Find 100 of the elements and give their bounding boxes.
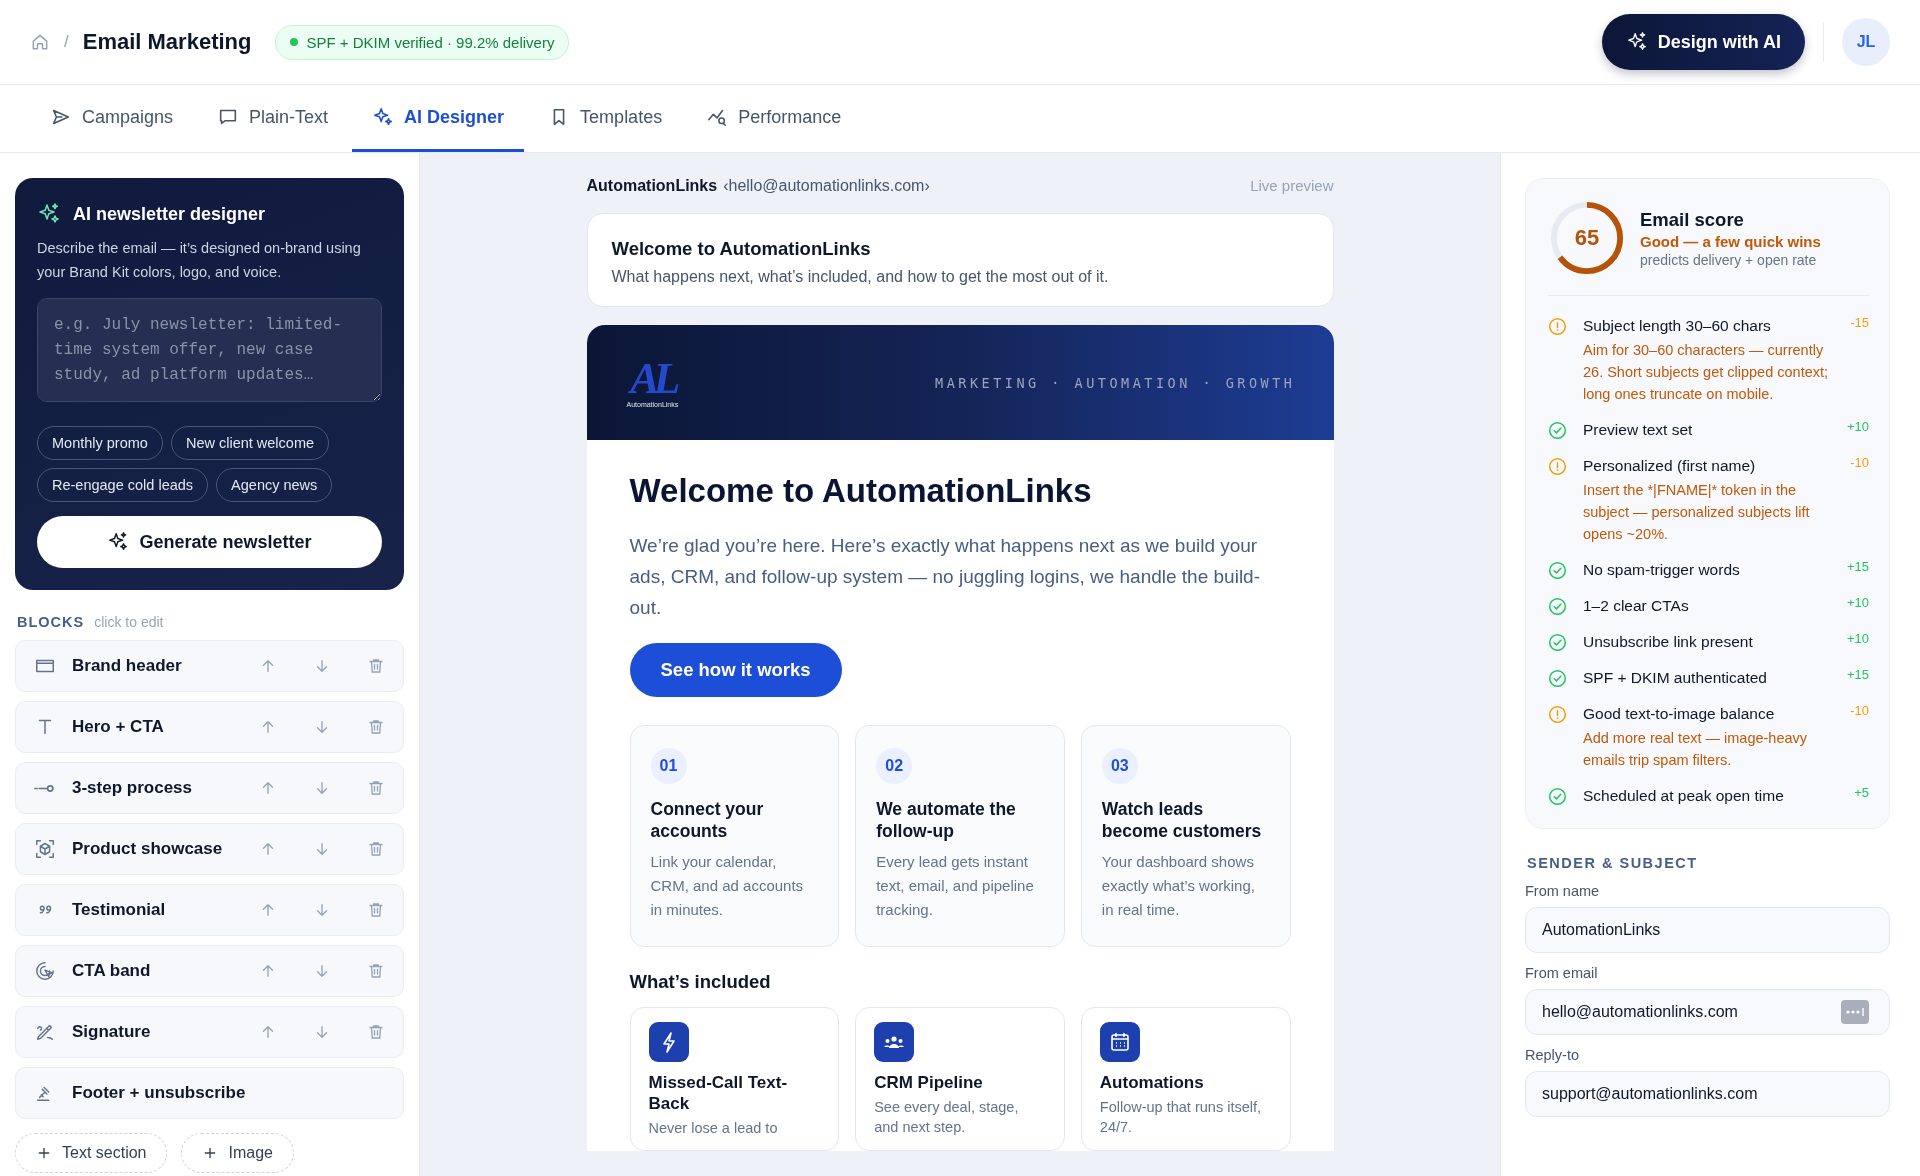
prompt-field[interactable]: e.g. July newsletter: limited-time system offer, new case study, ad platform updates… — [37, 298, 382, 402]
feature-text: Follow-up that runs itself, 24/7. — [1099, 1098, 1262, 1137]
block-label: 3-step process — [72, 778, 193, 798]
status-badge: SPF + DKIM verified · 99.2% delivery — [275, 24, 570, 60]
check-label: 1–2 clear CTAs — [1583, 596, 1690, 616]
check-points: -10 — [1850, 703, 1869, 718]
block-item[interactable]: Brand header — [15, 640, 404, 692]
check-points: +5 — [1854, 785, 1869, 800]
brand-tagline: MARKETING · AUTOMATION · GROWTH — [935, 374, 1296, 391]
check-label: Scheduled at peak open time — [1583, 786, 1785, 806]
block-label: Footer + unsubscribe — [72, 1083, 247, 1103]
blocks-hint: click to edit — [94, 614, 164, 630]
live-preview-label: Live preview — [1250, 177, 1334, 194]
block-item[interactable]: Hero + CTA — [15, 701, 404, 753]
feature-title: CRM Pipeline — [874, 1072, 984, 1093]
block-item[interactable]: Signature — [15, 1006, 404, 1058]
section-heading: What’s included — [629, 971, 772, 993]
warning-icon — [1548, 317, 1567, 336]
add-block-button[interactable]: Text section — [15, 1133, 168, 1173]
delete-icon[interactable] — [367, 657, 385, 675]
check-label: Personalized (first name) — [1583, 456, 1757, 476]
check-points: -15 — [1850, 315, 1869, 330]
delete-icon[interactable] — [367, 1023, 385, 1041]
block-item[interactable]: CTA band — [15, 945, 404, 997]
sender-name: AutomationLinks — [586, 177, 718, 195]
check-points: +10 — [1846, 595, 1869, 610]
block-icon — [34, 783, 56, 793]
step-text: Every lead gets instant text, email, and pipeline tracking. — [876, 852, 1035, 920]
feature-text: See every deal, stage, and next step. — [874, 1098, 1020, 1137]
field-label: From name — [1525, 883, 1601, 899]
check-label: Good text-to-image balance — [1583, 704, 1776, 724]
block-label: Product showcase — [72, 839, 223, 859]
check-icon — [1548, 561, 1567, 580]
step-text: Your dashboard shows exactly what’s working, in real time. — [1101, 852, 1256, 920]
delete-icon[interactable] — [367, 840, 385, 858]
check-label: Preview text set — [1583, 420, 1694, 440]
logo-mark: AL — [630, 357, 675, 401]
text-field[interactable]: AutomationLinks — [1525, 907, 1890, 953]
tab[interactable]: Plain-Text — [197, 85, 349, 152]
check-icon — [1548, 421, 1567, 440]
block-item[interactable]: Footer + unsubscribe — [15, 1067, 404, 1119]
check-label: Unsubscribe link present — [1583, 632, 1754, 652]
sender-email: ‹hello@automationlinks.com› — [723, 177, 930, 195]
step-title: We automate the follow-up — [876, 798, 1017, 842]
check-label: Subject length 30–60 chars — [1583, 316, 1772, 336]
block-label: CTA band — [72, 961, 152, 981]
step-title: Connect your accounts — [650, 798, 765, 842]
email-headline: Welcome to AutomationLinks — [629, 472, 1093, 510]
feature-icon — [648, 1022, 689, 1062]
step-number: 03 — [1101, 748, 1138, 784]
tab[interactable]: Templates — [528, 85, 683, 152]
email-subject: Welcome to AutomationLinks — [611, 238, 872, 260]
blocks-heading: BLOCKS — [17, 614, 85, 630]
block-label: Signature — [72, 1022, 152, 1042]
cta-button[interactable]: See how it works — [629, 643, 842, 697]
designer-description: Describe the email — it’s designed on-brand using your Brand Kit colors, logo, and voice. — [37, 239, 362, 282]
step-number: 01 — [650, 748, 687, 784]
warning-icon — [1548, 705, 1567, 724]
check-points: +10 — [1846, 419, 1869, 434]
delete-icon[interactable] — [367, 962, 385, 980]
score-verdict: Good — a few quick wins — [1640, 232, 1821, 250]
delete-icon[interactable] — [367, 718, 385, 736]
field-label: Reply-to — [1525, 1047, 1580, 1063]
sparkle-icon — [37, 202, 61, 226]
delete-icon[interactable] — [367, 901, 385, 919]
check-label: SPF + DKIM authenticated — [1583, 668, 1768, 688]
breadcrumb-separator: / — [64, 32, 69, 52]
check-points: +10 — [1846, 631, 1869, 646]
text-field[interactable]: hello@automationlinks.com — [1525, 989, 1890, 1035]
text-field[interactable]: support@automationlinks.com — [1525, 1071, 1890, 1117]
feature-title: Missed-Call Text-Back — [648, 1072, 789, 1114]
check-label: No spam-trigger words — [1583, 560, 1741, 580]
feature-text: Never lose a lead to — [648, 1119, 779, 1138]
sender-heading: SENDER & SUBJECT — [1527, 855, 1699, 871]
check-icon — [1548, 787, 1567, 806]
feature-title: Automations — [1099, 1072, 1205, 1093]
score-title: Email score — [1640, 208, 1745, 231]
generate-button[interactable]: Generate newsletter — [37, 516, 382, 568]
score-subtitle: predicts delivery + open rate — [1640, 251, 1818, 268]
block-item[interactable]: Product showcase — [15, 823, 404, 875]
block-icon — [34, 838, 56, 860]
page-title: Email Marketing — [82, 29, 252, 55]
password-manager-icon[interactable] — [1841, 1000, 1869, 1024]
warning-icon — [1548, 457, 1567, 476]
check-icon — [1548, 633, 1567, 652]
email-intro: We’re glad you’re here. Here’s exactly what happens next as we build your ads, CRM, and follow-up system — no juggling logins, we handle the build-out. — [629, 534, 1261, 620]
design-with-ai-button[interactable]: Design with AI — [1601, 14, 1805, 70]
block-item[interactable]: 3-step process — [15, 762, 404, 814]
tab[interactable]: Campaigns — [30, 85, 194, 152]
step-number: 02 — [876, 748, 913, 784]
sparkle-icon — [107, 531, 130, 553]
delete-icon[interactable] — [367, 779, 385, 797]
step-text: Link your calendar, CRM, and ad accounts in minutes. — [650, 852, 805, 920]
block-item[interactable]: Testimonial — [15, 884, 404, 936]
user-avatar[interactable]: JL — [1842, 18, 1890, 66]
sparkle-icon — [372, 106, 395, 128]
add-block-button[interactable]: Image — [181, 1133, 294, 1173]
block-label: Testimonial — [72, 900, 167, 920]
tab[interactable]: Performance — [686, 85, 862, 152]
home-icon[interactable] — [30, 32, 50, 52]
